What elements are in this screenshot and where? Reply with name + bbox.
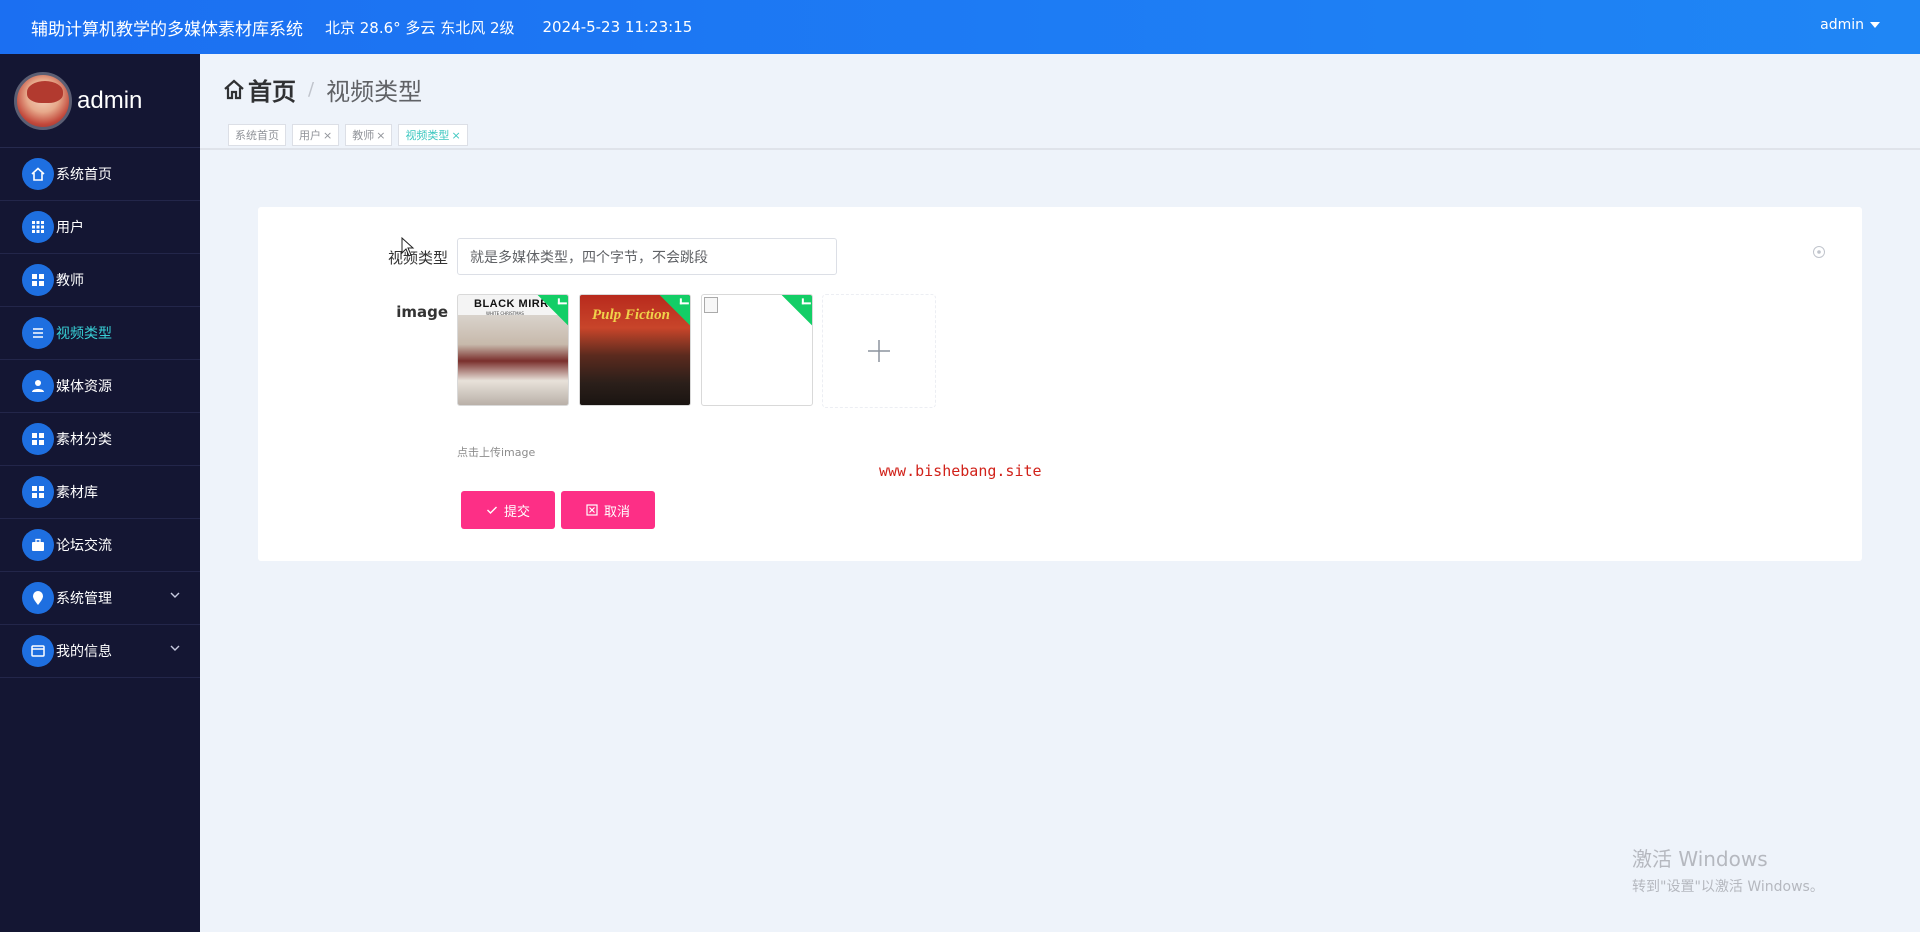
- page-header: 首页 / 视频类型 系统首页 用户 × 教师 × 视频类型 ×: [200, 54, 1920, 150]
- sidebar-profile: admin: [0, 54, 200, 148]
- uploaded-check-icon: [780, 295, 812, 327]
- grid-icon: [22, 264, 54, 296]
- caret-down-icon: [1870, 22, 1880, 28]
- plus-icon: [868, 340, 890, 362]
- grid-icon: [22, 423, 54, 455]
- tags-view: 系统首页 用户 × 教师 × 视频类型 ×: [228, 124, 468, 146]
- close-square-icon: [586, 504, 598, 516]
- tab-label: 系统首页: [235, 129, 279, 142]
- video-type-input[interactable]: [457, 238, 837, 275]
- image-thumbnail[interactable]: [701, 294, 813, 406]
- form-card: 视频类型 image BLACK MIRROR WHITE CHRISTMAS …: [258, 207, 1862, 561]
- sidebar-item-label: 系统管理: [56, 591, 112, 607]
- sidebar-item-system[interactable]: 系统管理: [0, 572, 200, 625]
- profile-name: admin: [77, 86, 143, 114]
- upload-button[interactable]: [822, 294, 936, 408]
- sidebar-item-label: 我的信息: [56, 644, 112, 660]
- close-icon[interactable]: ×: [323, 129, 332, 142]
- sidebar-item-media[interactable]: 媒体资源: [0, 360, 200, 413]
- sidebar-item-label: 视频类型: [56, 326, 112, 342]
- grid-icon: [22, 476, 54, 508]
- grid-icon: [22, 211, 54, 243]
- pin-icon: [22, 582, 54, 614]
- sidebar-item-label: 系统首页: [56, 167, 112, 183]
- mouse-cursor-icon: [401, 237, 415, 257]
- sidebar: admin 系统首页 用户 教师 视频类型 媒体资源 素材分类 素材库 论坛交流…: [0, 54, 200, 932]
- check-icon: [486, 506, 497, 514]
- sidebar-item-label: 素材库: [56, 485, 98, 501]
- tab-label: 视频类型: [405, 129, 450, 142]
- home-icon: [22, 158, 54, 190]
- uploaded-check-icon: [536, 295, 568, 327]
- clear-icon[interactable]: [1812, 245, 1826, 259]
- tab-users[interactable]: 用户 ×: [292, 124, 340, 146]
- chevron-down-icon: [170, 592, 180, 598]
- submit-button[interactable]: 提交: [461, 491, 555, 529]
- breadcrumb-separator: /: [308, 79, 315, 100]
- avatar: [14, 71, 72, 130]
- briefcase-icon: [22, 529, 54, 561]
- poster-subtitle: WHITE CHRISTMAS: [486, 311, 524, 316]
- sidebar-item-users[interactable]: 用户: [0, 201, 200, 254]
- sidebar-item-my-info[interactable]: 我的信息: [0, 625, 200, 678]
- sidebar-item-teachers[interactable]: 教师: [0, 254, 200, 307]
- sidebar-item-label: 素材分类: [56, 432, 112, 448]
- image-thumbnail[interactable]: BLACK MIRROR WHITE CHRISTMAS: [457, 294, 569, 406]
- tab-home[interactable]: 系统首页: [228, 124, 286, 146]
- window-icon: [22, 635, 54, 667]
- sidebar-item-material-library[interactable]: 素材库: [0, 466, 200, 519]
- broken-image-icon: [704, 297, 718, 313]
- sidebar-item-label: 论坛交流: [56, 538, 112, 554]
- sidebar-item-home[interactable]: 系统首页: [0, 148, 200, 201]
- user-menu-label: admin: [1820, 17, 1864, 33]
- windows-activation-notice: 激活 Windows 转到"设置"以激活 Windows。: [1632, 843, 1824, 896]
- home-icon: [224, 79, 244, 99]
- cancel-button[interactable]: 取消: [561, 491, 655, 529]
- sidebar-item-video-type[interactable]: 视频类型: [0, 307, 200, 360]
- close-icon[interactable]: ×: [376, 129, 385, 142]
- windows-activation-title: 激活 Windows: [1632, 847, 1768, 871]
- upload-tip: 点击上传image: [457, 446, 536, 459]
- breadcrumb-home[interactable]: 首页: [248, 72, 296, 107]
- poster-title: Pulp Fiction: [592, 307, 670, 323]
- video-type-label: 视频类型: [387, 249, 448, 267]
- windows-activation-subtitle: 转到"设置"以激活 Windows。: [1632, 879, 1824, 895]
- tab-label: 用户: [299, 129, 321, 142]
- app-title: 辅助计算机教学的多媒体素材库系统: [31, 19, 303, 40]
- person-icon: [22, 370, 54, 402]
- cancel-button-label: 取消: [603, 504, 630, 520]
- sidebar-item-label: 用户: [56, 220, 84, 236]
- sidebar-item-forum[interactable]: 论坛交流: [0, 519, 200, 572]
- user-menu[interactable]: admin: [1820, 17, 1880, 33]
- tab-label: 教师: [352, 129, 375, 142]
- weather-info: 北京 28.6° 多云 东北风 2级: [325, 18, 515, 37]
- datetime: 2024-5-23 11:23:15: [542, 18, 693, 36]
- sidebar-item-label: 教师: [56, 273, 84, 289]
- image-thumbnail[interactable]: Pulp Fiction: [579, 294, 691, 406]
- sidebar-item-material-category[interactable]: 素材分类: [0, 413, 200, 466]
- list-icon: [22, 317, 54, 349]
- top-bar: 辅助计算机教学的多媒体素材库系统 北京 28.6° 多云 东北风 2级 2024…: [0, 0, 1920, 54]
- submit-button-label: 提交: [503, 504, 530, 520]
- chevron-down-icon: [170, 645, 180, 651]
- sidebar-item-label: 媒体资源: [56, 379, 112, 395]
- breadcrumb: 首页 / 视频类型: [222, 72, 422, 107]
- breadcrumb-current: 视频类型: [326, 78, 423, 106]
- tab-video-type[interactable]: 视频类型 ×: [398, 124, 468, 146]
- close-icon[interactable]: ×: [451, 129, 460, 142]
- image-label: image: [396, 303, 448, 321]
- tab-teachers[interactable]: 教师 ×: [345, 124, 393, 146]
- watermark-url: www.bishebang.site: [879, 462, 1042, 480]
